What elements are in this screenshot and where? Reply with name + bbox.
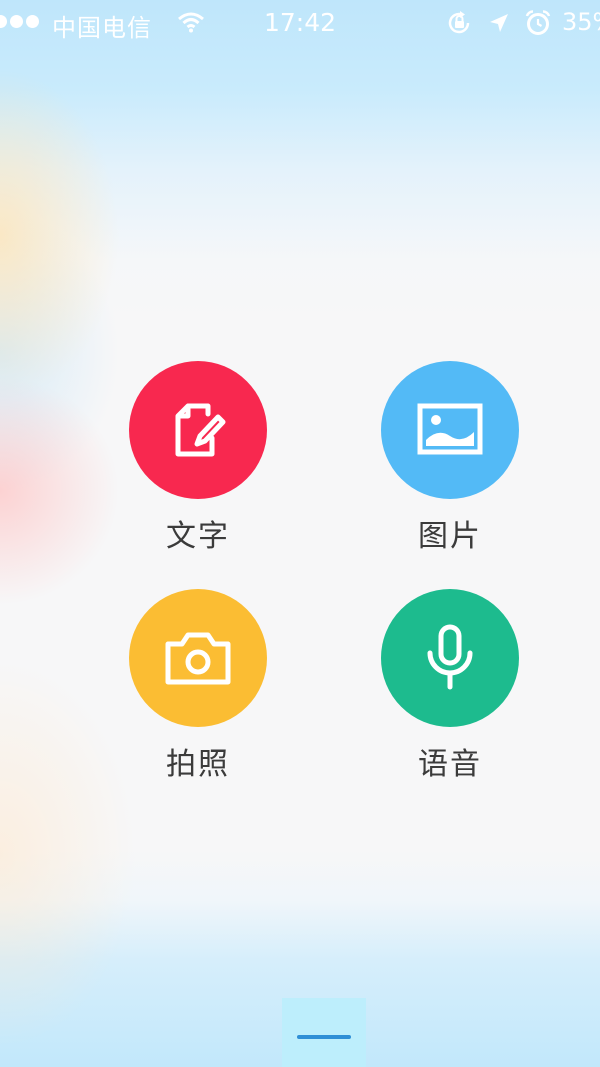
battery-percentage: 35%	[562, 8, 600, 36]
take-photo-action[interactable]: 拍照	[108, 589, 288, 782]
orientation-lock-icon	[446, 10, 474, 42]
photo-label: 拍照	[166, 747, 230, 782]
voice-button[interactable]	[381, 589, 519, 727]
minimize-bar-icon	[297, 1034, 351, 1039]
image-icon	[417, 403, 483, 455]
clock: 17:42	[263, 8, 337, 37]
edit-note-icon	[175, 403, 226, 457]
record-voice-action[interactable]: 语音	[360, 589, 540, 782]
camera-button[interactable]	[129, 589, 267, 727]
image-button[interactable]	[381, 361, 519, 499]
compose-text-action[interactable]: 文字	[108, 361, 288, 554]
camera-icon	[165, 632, 231, 685]
alarm-icon	[524, 10, 552, 42]
voice-label: 语音	[418, 747, 482, 782]
text-button[interactable]	[129, 361, 267, 499]
status-bar: 中国电信 17:42 35%	[0, 0, 600, 46]
microphone-icon	[427, 624, 473, 690]
image-label: 图片	[418, 519, 482, 554]
location-icon	[488, 12, 510, 40]
text-label: 文字	[166, 519, 230, 554]
close-menu-button[interactable]	[282, 998, 366, 1067]
compose-image-action[interactable]: 图片	[360, 361, 540, 554]
